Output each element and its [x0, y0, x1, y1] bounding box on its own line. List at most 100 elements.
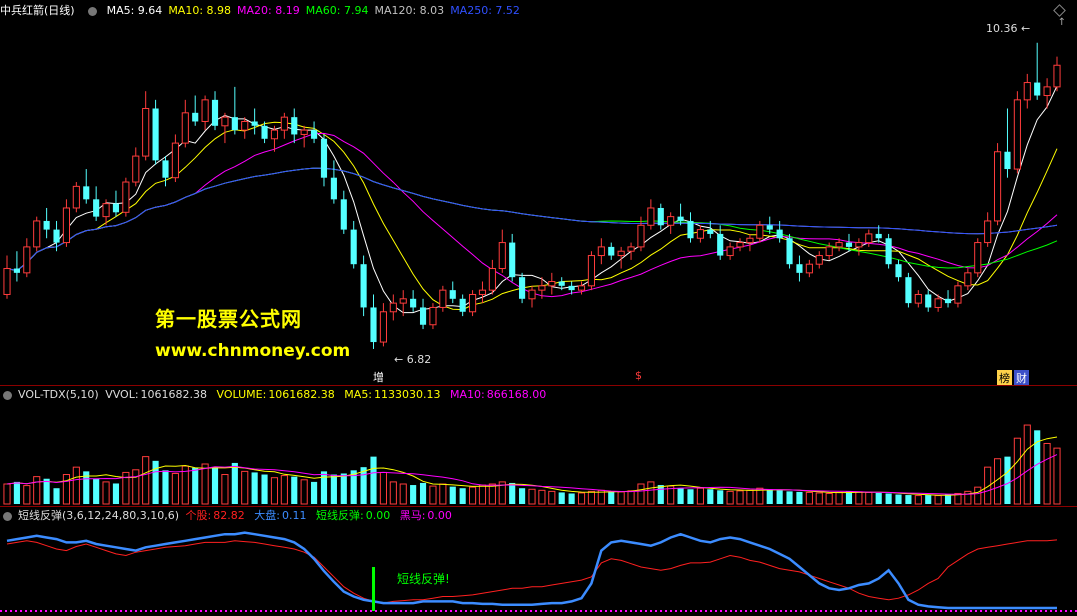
candle-body-down	[519, 277, 526, 299]
candle-body-up	[181, 112, 189, 144]
candle-body-up	[617, 250, 625, 257]
volume-bar-up	[696, 487, 704, 505]
volume-bar-down	[419, 482, 427, 504]
candle-body-up	[587, 255, 596, 287]
candle-body-down	[211, 99, 219, 126]
indicator-settings-dot-icon[interactable]	[3, 511, 12, 521]
volume-bar-up	[637, 483, 645, 505]
up-arrow-icon[interactable]: ↑	[1058, 17, 1066, 28]
candle-body-down	[558, 281, 565, 286]
volume-bar-up	[538, 489, 546, 505]
volume-bar-up	[379, 471, 387, 505]
high-annotation: 10.36 ←	[986, 22, 1031, 35]
candle-body-down	[13, 268, 20, 273]
candle-body-up	[696, 229, 704, 239]
candle-body-up	[142, 108, 150, 157]
volume-bar-down	[677, 488, 684, 504]
volume-bar-down	[786, 491, 793, 504]
vvol-value: 1061682.38	[140, 388, 208, 401]
volume-bar-down	[231, 462, 238, 504]
price-header: 中兵红箭(日线) MA5: 9.64 MA10: 8.98 MA20: 8.19 MA…	[0, 3, 532, 19]
volume-bar-down	[657, 485, 664, 504]
volume-bar-up	[736, 490, 744, 505]
ma250-line	[6, 167, 1058, 272]
candle-body-down	[885, 238, 892, 265]
candle-body-up	[3, 268, 11, 295]
volume-bar-up	[865, 491, 873, 505]
ma-legend: MA5: 9.64 MA10: 8.98 MA20: 8.19 MA60: 7.94 M…	[107, 4, 526, 17]
candle-body-up	[993, 151, 1002, 222]
settings-dot-icon[interactable]	[88, 6, 98, 16]
candle-body-up	[825, 246, 833, 257]
gegu-value: 82.82	[213, 509, 245, 522]
volume-bar-up	[627, 490, 635, 505]
candle-body-down	[311, 130, 318, 139]
volume-bar-down	[717, 490, 724, 504]
candle-body-up	[805, 263, 813, 274]
badge-cai[interactable]: 财	[1014, 370, 1029, 386]
candle-body-up	[756, 224, 764, 239]
candle-body-up	[964, 272, 972, 287]
volume-bar-down	[608, 491, 615, 504]
volume-bar-down	[43, 478, 50, 504]
candle-body-up	[102, 203, 110, 218]
candle-body-up	[241, 120, 249, 131]
volume-bar-down	[449, 486, 456, 504]
volume-bar-down	[707, 489, 714, 504]
fantan-value: 0.00	[365, 509, 391, 522]
volume-bar-down	[93, 478, 100, 504]
volume-bar-up	[528, 488, 536, 505]
candle-body-up	[379, 311, 387, 343]
volume-bar-down	[360, 467, 367, 504]
candle-body-up	[597, 246, 605, 257]
volume-bar-down	[112, 483, 120, 504]
volume-bar-down	[885, 493, 892, 504]
ma10-line	[6, 121, 1058, 311]
ma-legend-item: MA20: 8.19	[237, 4, 300, 17]
volume-bar-down	[796, 491, 803, 504]
candle-body-up	[855, 242, 863, 248]
candle-body-down	[895, 264, 902, 278]
ma-legend-item: MA60: 7.94	[305, 4, 369, 17]
volume-bar-up	[3, 483, 11, 505]
candle-body-up	[221, 116, 229, 127]
ma120-line	[6, 167, 1058, 272]
volume-bar-down	[519, 488, 526, 504]
vol-ma10-label: MA10:	[450, 388, 485, 401]
dapan-line	[6, 531, 1057, 610]
candle-body-down	[83, 186, 90, 200]
candle-body-up	[33, 220, 41, 248]
candle-body-up	[132, 155, 140, 183]
candle-body-up	[72, 185, 80, 209]
badge-bang[interactable]: 榜	[997, 370, 1012, 386]
fantan-signal-bar	[372, 567, 376, 611]
volume-bar-up	[914, 495, 922, 505]
volume-bar-down	[370, 456, 377, 504]
candle-body-up	[280, 116, 288, 131]
volume-settings-dot-icon[interactable]	[3, 390, 12, 400]
volume-bar-up	[577, 492, 586, 505]
candle-body-up	[498, 242, 506, 270]
dapan-value: 0.11	[281, 509, 307, 522]
candle-body-up	[736, 242, 744, 248]
volume-bar-up	[33, 476, 41, 505]
volume-bar-down	[261, 474, 268, 504]
badge-dollar[interactable]: $	[633, 369, 644, 382]
candle-body-up	[865, 233, 873, 244]
candle-body-down	[687, 220, 694, 239]
candle-body-down	[845, 242, 853, 247]
volume-bar-down	[944, 494, 952, 504]
fantan-label: 短线反弹:	[315, 509, 364, 522]
candle-body-down	[1004, 151, 1011, 170]
candle-body-up	[1013, 99, 1021, 170]
volume-bar-up	[974, 486, 982, 505]
volume-bar-down	[211, 467, 219, 504]
volume-header: VOL-TDX(5,10) VVOL: 1061682.38 VOLUME: 106…	[0, 387, 552, 403]
badge-zeng[interactable]: 增	[371, 369, 386, 385]
volume-bar-down	[766, 489, 773, 504]
vol-ma5-label: MA5:	[344, 388, 373, 401]
volume-label: VOLUME:	[216, 388, 267, 401]
candle-body-down	[291, 117, 298, 135]
volume-bar-up	[488, 483, 496, 505]
volume-bar-up	[399, 483, 407, 505]
